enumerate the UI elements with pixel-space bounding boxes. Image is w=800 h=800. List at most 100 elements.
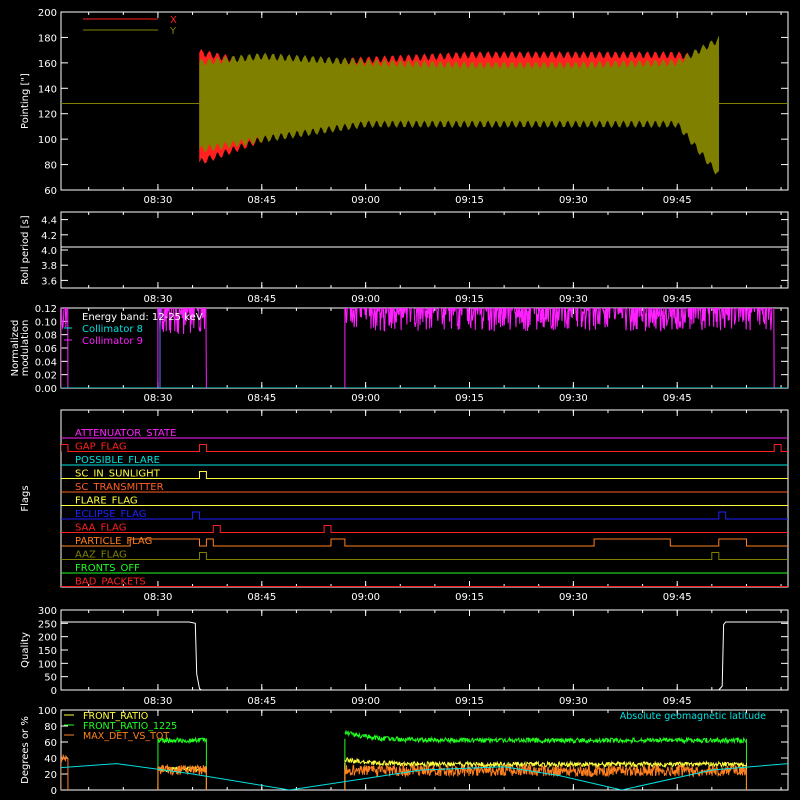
- y-tick-label: 0.06: [35, 344, 57, 355]
- y-tick-label: 250: [38, 619, 57, 630]
- y-tick-label: 0.08: [35, 331, 57, 342]
- flag-label: AAZ_FLAG: [75, 550, 127, 561]
- x-tick-label: 09:45: [663, 592, 692, 603]
- x-tick-label: 09:15: [455, 195, 484, 206]
- x-tick-label: 09:00: [351, 393, 380, 404]
- flags-panel: 08:30 08:45 09:00 09:15 09:30 09:45 Flags ATTEN…: [20, 409, 789, 603]
- flag-label: POSSIBLE_FLARE: [75, 455, 160, 466]
- x-tick-label: 09:30: [559, 294, 588, 305]
- roll-frame: [60, 211, 789, 289]
- flag-line-saa-flag: [61, 525, 788, 533]
- x-tick-label: 08:45: [247, 294, 276, 305]
- flag-label: SC_IN_SUNLIGHT: [75, 469, 161, 480]
- flag-line-particle-flag: [61, 538, 788, 547]
- flag-label: FRONTS_OFF: [75, 563, 140, 574]
- pointing-panel: 08:30 08:45 09:00 09:15 09:30 09:45 60 80 100 120…: [20, 8, 789, 206]
- y-tick-label: 0: [51, 686, 57, 697]
- x-tick-label: 08:45: [247, 696, 276, 707]
- y-tick-label: 100: [38, 135, 57, 146]
- x-tick-label: 08:45: [247, 195, 276, 206]
- y-tick-label: 50: [44, 673, 57, 684]
- x-tick-label: 09:15: [455, 696, 484, 707]
- flag-line-aaz-flag: [61, 552, 788, 560]
- y-tick-label: 200: [38, 8, 57, 19]
- y-tick-label: 140: [38, 84, 57, 95]
- y-tick-label: 200: [38, 633, 57, 644]
- y-tick-label: 100: [38, 659, 57, 670]
- ratios-panel: 020406080100Degrees or % FRONT_RATIOFRONT…: [20, 706, 789, 797]
- y-tick-label: 40: [44, 754, 57, 765]
- y-tick-label: 0.02: [35, 371, 57, 382]
- legend-label: Y: [169, 26, 177, 37]
- roll-panel: 08:30 08:45 09:00 09:15 09:30 09:45 3.6 3.8 4.0 4…: [20, 211, 789, 305]
- flag-label: PARTICLE_FLAG: [75, 536, 152, 547]
- flag-label: SAA_FLAG: [75, 523, 126, 534]
- flag-label: GAP_FLAG: [75, 442, 127, 453]
- y-tick-label: 150: [38, 646, 57, 657]
- x-tick-label: 09:15: [455, 393, 484, 404]
- y-tick-label: 3.6: [41, 276, 57, 287]
- y-tick-label: 0: [51, 786, 57, 797]
- y-tick-label: 0.10: [35, 317, 57, 328]
- x-tick-label: 09:15: [455, 592, 484, 603]
- x-tick-label: 09:15: [455, 294, 484, 305]
- legend-label: Collimator 9: [82, 336, 143, 347]
- y-tick-label: 60: [44, 738, 57, 749]
- y-axis-label: Pointing ["]: [20, 73, 31, 129]
- y-tick-label: 0.12: [35, 304, 57, 315]
- flag-label: ECLIPSE_FLAG: [75, 509, 146, 520]
- y-tick-label: 80: [44, 161, 57, 172]
- x-tick-label: 08:30: [144, 393, 173, 404]
- y-tick-label: 3.8: [41, 261, 57, 272]
- flag-label: FLARE_FLAG: [75, 496, 138, 507]
- x-tick-label: 08:30: [144, 195, 173, 206]
- y-axis-label: Flags: [20, 485, 31, 511]
- y-tick-label: 4.2: [41, 231, 57, 242]
- flag-line-sc-in-sunlight: [61, 471, 788, 479]
- x-tick-label: 09:45: [663, 195, 692, 206]
- y-tick-label: 100: [38, 706, 57, 717]
- y-tick-label: 300: [38, 606, 57, 617]
- y-axis-label: Quality: [20, 632, 31, 668]
- flag-label: SC_TRANSMITTER: [75, 482, 164, 493]
- x-tick-label: 09:00: [351, 294, 380, 305]
- x-tick-label: 09:30: [559, 195, 588, 206]
- x-tick-label: 09:00: [351, 592, 380, 603]
- series-front-ratio-segment: [344, 756, 747, 769]
- flag-label: BAD_PACKETS: [75, 577, 146, 588]
- quality-line: [61, 621, 788, 690]
- x-tick-label: 08:45: [247, 592, 276, 603]
- y-tick-label: 0.04: [35, 357, 57, 368]
- y-axis-label: modulation: [20, 320, 31, 377]
- y-tick-label: 160: [38, 59, 57, 70]
- quality-panel: 08:30 08:45 09:00 09:15 09:30 09:45 0 50 100 150 2…: [20, 606, 789, 707]
- legend-label: X: [170, 15, 177, 26]
- x-tick-label: 09:45: [663, 294, 692, 305]
- collimator-9-segment: [344, 308, 775, 388]
- legend-label: Collimator 8: [82, 324, 143, 335]
- x-tick-label: 09:30: [559, 393, 588, 404]
- x-tick-label: 08:45: [247, 393, 276, 404]
- y-tick-label: 120: [38, 110, 57, 121]
- flag-line-eclipse-flag: [61, 511, 788, 520]
- legend-label: Energy band: 12-25 keV: [82, 312, 203, 323]
- x-tick-label: 08:30: [144, 294, 173, 305]
- y-tick-label: 60: [44, 186, 57, 197]
- annotation-label: Absolute geomagnetic latitude: [620, 711, 766, 722]
- y-tick-label: 20: [44, 770, 57, 781]
- x-tick-label: 08:30: [144, 696, 173, 707]
- x-tick-label: 09:30: [559, 696, 588, 707]
- x-tick-label: 09:00: [351, 195, 380, 206]
- flag-label: ATTENUATOR_STATE: [75, 428, 176, 439]
- y-axis-label: Roll period [s]: [20, 215, 31, 284]
- flags-plot-area: [61, 437, 788, 587]
- x-tick-label: 09:45: [663, 393, 692, 404]
- y-tick-label: 4.4: [41, 216, 57, 227]
- series-max-det-vs-tot-segment: [61, 753, 68, 763]
- y-tick-label: 0.00: [35, 384, 57, 395]
- y-axis-label: Degrees or %: [20, 716, 31, 784]
- x-tick-label: 08:30: [144, 592, 173, 603]
- x-tick-label: 09:45: [663, 696, 692, 707]
- x-tick-label: 09:30: [559, 592, 588, 603]
- y-tick-label: 180: [38, 33, 57, 44]
